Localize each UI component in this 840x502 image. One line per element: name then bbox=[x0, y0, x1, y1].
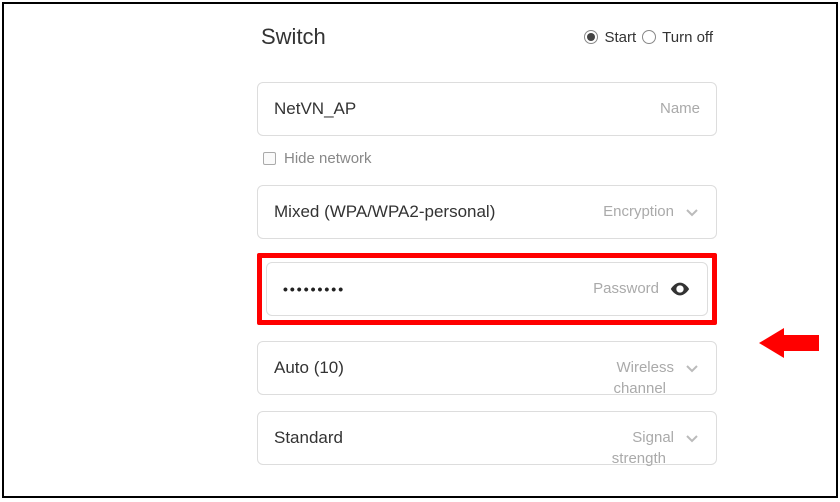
signal-strength-label2: strength bbox=[612, 450, 666, 467]
section-title: Switch bbox=[261, 24, 326, 50]
password-field[interactable]: ••••••••• Password bbox=[266, 262, 708, 316]
hide-network-label: Hide network bbox=[284, 150, 372, 167]
hide-network-checkbox[interactable] bbox=[263, 152, 276, 165]
chevron-down-icon bbox=[684, 204, 700, 220]
signal-strength-label: Signal bbox=[632, 429, 674, 446]
signal-strength-value: Standard bbox=[274, 428, 632, 448]
password-label: Password bbox=[593, 280, 659, 297]
wireless-channel-field[interactable]: Auto (10) Wireless channel bbox=[257, 341, 717, 395]
encryption-label: Encryption bbox=[603, 203, 674, 220]
wireless-channel-value: Auto (10) bbox=[274, 358, 616, 378]
wireless-channel-label2: channel bbox=[613, 380, 666, 397]
eye-icon[interactable] bbox=[669, 278, 691, 300]
wireless-channel-label: Wireless bbox=[616, 359, 674, 376]
switch-radio-group: Start Turn off bbox=[584, 29, 713, 46]
name-value: NetVN_AP bbox=[274, 99, 660, 119]
password-value: ••••••••• bbox=[283, 281, 593, 297]
radio-turnoff-label: Turn off bbox=[662, 29, 713, 46]
encryption-field[interactable]: Mixed (WPA/WPA2-personal) Encryption bbox=[257, 185, 717, 239]
password-highlight: ••••••••• Password bbox=[257, 253, 717, 325]
name-label: Name bbox=[660, 100, 700, 117]
name-field[interactable]: NetVN_AP Name bbox=[257, 82, 717, 136]
annotation-arrow bbox=[759, 328, 819, 358]
radio-turnoff[interactable] bbox=[642, 30, 656, 44]
chevron-down-icon bbox=[684, 430, 700, 446]
radio-start-label: Start bbox=[604, 29, 636, 46]
radio-start[interactable] bbox=[584, 30, 598, 44]
chevron-down-icon bbox=[684, 360, 700, 376]
signal-strength-field[interactable]: Standard Signal strength bbox=[257, 411, 717, 465]
encryption-value: Mixed (WPA/WPA2-personal) bbox=[274, 202, 603, 222]
